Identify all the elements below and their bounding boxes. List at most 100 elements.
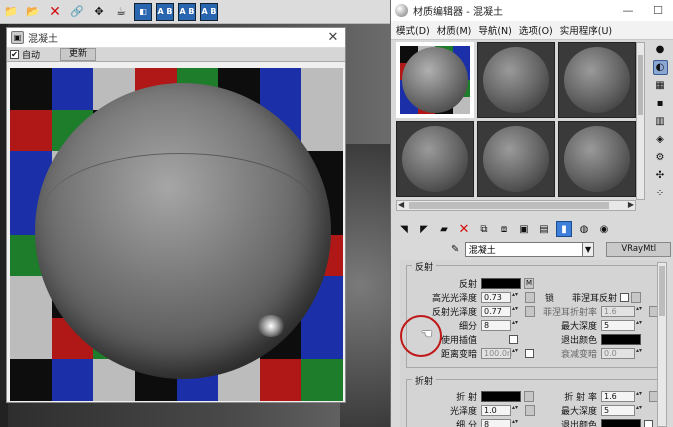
refr-exit-color-swatch[interactable] xyxy=(601,418,641,427)
max-depth-spinner[interactable]: 5 xyxy=(601,319,644,331)
get-material-icon[interactable]: ◥ xyxy=(396,221,412,237)
hilight-gloss-label: 高光光泽度 xyxy=(431,293,477,304)
update-button[interactable]: 更新 xyxy=(60,48,97,61)
show-in-viewport-icon[interactable]: ▮ xyxy=(556,221,572,237)
auto-checkbox[interactable]: ✔ xyxy=(10,50,19,59)
refract-map-button[interactable] xyxy=(524,390,534,402)
subdivs-spinner[interactable]: 8 xyxy=(481,319,520,331)
sample-slot-1[interactable] xyxy=(396,42,474,118)
checker-cell xyxy=(259,68,302,110)
scroll-right-icon[interactable]: ▶ xyxy=(628,200,634,209)
go-to-parent-icon[interactable]: ◉ xyxy=(596,221,612,237)
scroll-left-icon[interactable]: ◀ xyxy=(398,200,404,209)
material-map-navigator-icon[interactable]: ⁘ xyxy=(653,186,668,201)
background-icon[interactable]: ▦ xyxy=(653,78,668,93)
fresnel-checkbox[interactable] xyxy=(620,292,629,302)
refr-max-depth-spinner[interactable]: 5 xyxy=(601,404,644,416)
link-icon[interactable]: 🔗 xyxy=(68,3,86,21)
reflect-map-button[interactable]: M xyxy=(524,277,534,289)
dim-distance-checkbox[interactable] xyxy=(525,348,534,358)
menu-utilities[interactable]: 实用程序(U) xyxy=(560,23,612,37)
sample-slot-2[interactable] xyxy=(477,42,555,118)
reset-map-icon[interactable]: ✕ xyxy=(456,221,472,237)
refl-gloss-spinner[interactable]: 0.77 xyxy=(481,305,520,317)
close-icon[interactable]: ✕ xyxy=(321,30,345,45)
hilight-gloss-map-button[interactable] xyxy=(525,291,535,303)
menu-mode[interactable]: 模式(D) xyxy=(396,23,430,37)
ab-icon[interactable]: A B xyxy=(156,2,174,21)
scroll-thumb[interactable] xyxy=(409,202,609,209)
sample-slot-5[interactable] xyxy=(477,121,555,197)
minimize-icon[interactable]: — xyxy=(613,4,643,17)
make-unique-icon[interactable]: ⧈ xyxy=(496,221,512,237)
use-interpolation-checkbox[interactable] xyxy=(509,334,518,344)
fresnel-lock-button[interactable] xyxy=(631,291,641,303)
exit-color-swatch[interactable] xyxy=(601,333,641,345)
make-preview-icon[interactable]: ◈ xyxy=(653,132,668,147)
sample-slot-4[interactable] xyxy=(396,121,474,197)
eyedropper-icon[interactable]: ✎ xyxy=(451,244,465,255)
scroll-thumb[interactable] xyxy=(638,55,643,115)
video-color-check-icon[interactable]: ▥ xyxy=(653,114,668,129)
refr-max-depth-label: 最大深度 xyxy=(560,406,597,417)
sample-type-icon[interactable]: ● xyxy=(653,42,668,57)
backlight-icon[interactable]: ◐ xyxy=(652,60,668,75)
teapot-icon[interactable]: ☕ xyxy=(112,3,130,21)
slots-vertical-scrollbar[interactable] xyxy=(636,42,645,200)
ab-icon-2[interactable]: A B xyxy=(178,2,196,21)
sample-sphere xyxy=(564,126,630,192)
chevron-down-icon[interactable]: ▼ xyxy=(582,241,595,257)
select-by-material-icon[interactable]: ✣ xyxy=(653,168,668,183)
show-end-result-icon[interactable]: ◍ xyxy=(576,221,592,237)
material-id-icon[interactable]: ▤ xyxy=(536,221,552,237)
fresnel-ior-label: 菲涅耳折射率 xyxy=(542,307,597,318)
refr-exit-color-checkbox[interactable] xyxy=(644,419,653,427)
uv-tiling-icon[interactable]: ▪ xyxy=(653,96,668,111)
bind-icon[interactable]: ✥ xyxy=(90,3,108,21)
refr-subdivs-label: 细 分 xyxy=(456,420,477,427)
scroll-thumb[interactable] xyxy=(659,266,665,316)
menu-options[interactable]: 选项(O) xyxy=(519,23,553,37)
sample-slot-6[interactable] xyxy=(558,121,636,197)
reflect-label: 反射 xyxy=(458,279,477,290)
refl-gloss-map-button[interactable] xyxy=(525,305,535,317)
assign-to-selection-icon[interactable]: ▰ xyxy=(436,221,452,237)
parameters-scrollbar[interactable] xyxy=(657,262,667,427)
reflect-color-swatch[interactable] xyxy=(481,277,521,289)
menu-navigation[interactable]: 导航(N) xyxy=(478,23,512,37)
slots-horizontal-scrollbar[interactable]: ◀ ▶ xyxy=(396,200,636,211)
fresnel-ior-spinner[interactable]: 1.6 xyxy=(601,305,644,317)
menu-material[interactable]: 材质(M) xyxy=(437,23,472,37)
make-copy-icon[interactable]: ⧉ xyxy=(476,221,492,237)
checker-cell xyxy=(301,317,343,360)
ior-label: 折 射 率 xyxy=(564,392,597,403)
sample-slot-3[interactable] xyxy=(558,42,636,118)
dim-distance-spinner[interactable]: 100.0n xyxy=(481,347,520,359)
put-to-scene-icon[interactable]: ◤ xyxy=(416,221,432,237)
put-to-library-icon[interactable]: ▣ xyxy=(516,221,532,237)
sphere-highlight xyxy=(257,315,285,337)
dim-falloff-spinner[interactable]: 0.0 xyxy=(601,347,644,359)
sample-sphere xyxy=(402,126,468,192)
hilight-gloss-spinner[interactable]: 0.73 xyxy=(481,291,520,303)
render-setup-icon[interactable]: ◧ xyxy=(134,2,152,21)
hand-cursor-icon: ☚ xyxy=(421,327,433,342)
material-type-button[interactable]: VRayMtl xyxy=(606,241,671,257)
open-icon[interactable]: 📂 xyxy=(24,3,42,21)
folder-icon[interactable]: 📁 xyxy=(2,3,20,21)
options-icon[interactable]: ⚙ xyxy=(653,150,668,165)
ab-icon-3[interactable]: A B xyxy=(200,2,218,21)
refract-color-swatch[interactable] xyxy=(481,390,521,402)
lock-label[interactable]: 锁 xyxy=(538,291,554,304)
refr-gloss-map-button[interactable] xyxy=(525,404,535,416)
checker-cell xyxy=(51,359,94,401)
window-icon: ▣ xyxy=(11,31,24,44)
material-name-input[interactable] xyxy=(464,241,583,257)
material-name-row: ✎ ▼ VRayMtl xyxy=(451,241,671,257)
checker-cell xyxy=(10,68,52,110)
delete-icon[interactable]: ✕ xyxy=(46,3,64,21)
maximize-icon[interactable]: ☐ xyxy=(643,4,673,17)
refr-gloss-spinner[interactable]: 1.0 xyxy=(481,404,520,416)
refr-subdivs-spinner[interactable]: 8 xyxy=(481,418,520,427)
ior-spinner[interactable]: 1.6 xyxy=(601,390,644,402)
